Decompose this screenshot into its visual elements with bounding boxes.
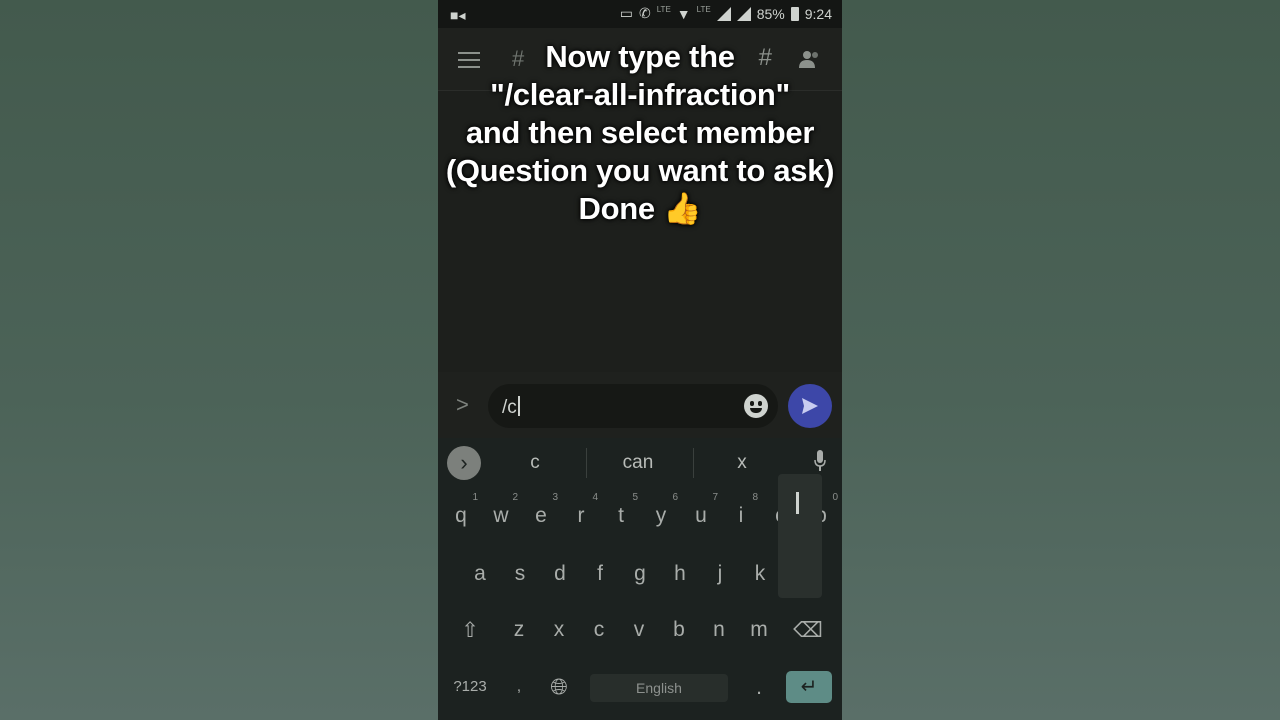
lte-label-2: LTE <box>696 5 711 14</box>
key-letter: q <box>455 504 467 527</box>
key-number-hint: 7 <box>712 492 718 503</box>
key-number-hint: 8 <box>752 492 758 503</box>
key-number-hint: 0 <box>832 492 838 503</box>
key-s[interactable]: s <box>501 562 539 586</box>
send-button[interactable] <box>788 384 832 428</box>
expand-chevron-icon[interactable]: > <box>456 392 469 418</box>
battery-icon <box>790 6 799 21</box>
key-w[interactable]: w2 <box>482 492 520 528</box>
key-h[interactable]: h <box>661 562 699 586</box>
cast-icon: ▭ <box>619 5 633 21</box>
emoji-icon[interactable] <box>744 394 768 418</box>
message-composer: > /c <box>438 372 842 438</box>
microphone-icon[interactable] <box>814 450 826 472</box>
battery-percent: 85% <box>756 5 785 22</box>
key-letter: i <box>738 504 744 527</box>
key-u[interactable]: u7 <box>682 492 720 528</box>
key-letter: w <box>493 504 509 527</box>
tutorial-caption: Now type the "/clear-all-infraction" and… <box>438 38 842 228</box>
key-j[interactable]: j <box>701 562 739 586</box>
key-d[interactable]: d <box>541 562 579 586</box>
key-number-hint: 5 <box>632 492 638 503</box>
key-c[interactable]: c <box>580 618 618 642</box>
caption-line: (Question you want to ask) <box>445 153 835 188</box>
divider <box>586 448 587 478</box>
caption-line: Now type the <box>545 39 735 74</box>
suggestion-2[interactable]: can <box>588 452 688 474</box>
send-icon <box>802 398 818 414</box>
key-number-hint: 6 <box>672 492 678 503</box>
globe-icon[interactable]: 🌐︎ <box>540 674 578 700</box>
key-y[interactable]: y6 <box>642 492 680 528</box>
video-icon: ■◂ <box>450 7 466 23</box>
message-input-value: /c <box>502 397 517 418</box>
shift-key[interactable]: ⇧ <box>451 618 489 643</box>
message-input[interactable]: /c <box>488 384 778 428</box>
period-key[interactable]: . <box>740 676 778 700</box>
key-z[interactable]: z <box>500 618 538 642</box>
suggestion-expand-icon[interactable]: › <box>447 446 481 480</box>
key-i[interactable]: i8 <box>722 492 760 528</box>
clock: 9:24 <box>804 5 832 22</box>
comma-key[interactable]: , <box>500 678 538 695</box>
wifi-calling-icon: ✆ <box>638 5 651 21</box>
key-letter: r <box>577 504 585 527</box>
key-f[interactable]: f <box>581 562 619 586</box>
lte-label: LTE <box>656 5 671 14</box>
key-number-hint: 3 <box>552 492 558 503</box>
key-g[interactable]: g <box>621 562 659 586</box>
key-a[interactable]: a <box>461 562 499 586</box>
key-b[interactable]: b <box>660 618 698 642</box>
key-preview-popup <box>778 474 822 598</box>
key-m[interactable]: m <box>740 618 778 642</box>
wifi-icon: ▼ <box>676 5 691 22</box>
signal-icon <box>716 6 731 21</box>
key-k[interactable]: k <box>741 562 779 586</box>
signal-icon-2 <box>736 6 751 21</box>
keyboard-bottom-row: ?123 , 🌐︎ English . ↵ <box>438 668 842 718</box>
enter-key[interactable]: ↵ <box>786 671 832 703</box>
text-caret <box>517 396 520 416</box>
key-n[interactable]: n <box>700 618 738 642</box>
symbols-key[interactable]: ?123 <box>450 678 490 695</box>
suggestion-3[interactable]: x <box>692 452 792 474</box>
status-bar: ■◂ ▭ ✆ LTE ▼ LTE 85% 9:24 <box>438 0 842 28</box>
caption-line: Done 👍 <box>578 191 702 226</box>
suggestion-1[interactable]: c <box>485 452 585 474</box>
key-q[interactable]: q1 <box>442 492 480 528</box>
keyboard: › c can x q1w2e3r4t5y6u7i8o9p0 asdfghjkl… <box>438 438 842 720</box>
key-letter: t <box>618 504 624 527</box>
key-row-3: ⇧ zxcvbnm ⌫ <box>438 618 842 674</box>
key-r[interactable]: r4 <box>562 492 600 528</box>
key-v[interactable]: v <box>620 618 658 642</box>
backspace-key[interactable]: ⌫ <box>789 618 827 643</box>
key-e[interactable]: e3 <box>522 492 560 528</box>
key-x[interactable]: x <box>540 618 578 642</box>
key-letter: u <box>695 504 707 527</box>
caption-line: and then select member <box>465 115 815 150</box>
caption-line: "/clear-all-infraction" <box>490 77 790 112</box>
key-number-hint: 2 <box>512 492 518 503</box>
phone-screen: ■◂ ▭ ✆ LTE ▼ LTE 85% 9:24 # # Now type t… <box>438 0 842 720</box>
key-t[interactable]: t5 <box>602 492 640 528</box>
key-letter: y <box>655 504 667 527</box>
key-number-hint: 4 <box>592 492 598 503</box>
space-bar[interactable]: English <box>590 674 728 702</box>
key-letter: e <box>535 504 547 527</box>
key-number-hint: 1 <box>472 492 478 503</box>
